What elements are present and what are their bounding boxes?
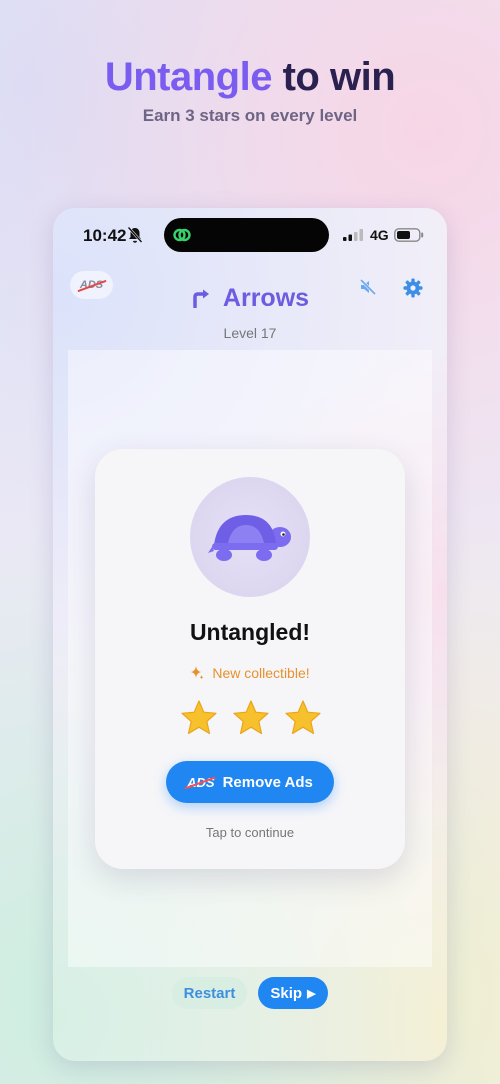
phone-screen: 10:42 4G ADS Arrows — [53, 208, 447, 1061]
turn-arrow-icon — [193, 289, 209, 309]
restart-label: Restart — [183, 984, 236, 1002]
gear-icon[interactable] — [403, 278, 423, 298]
skip-label: Skip — [270, 984, 303, 1002]
link-icon — [173, 228, 191, 242]
remove-ads-label: Remove Ads — [222, 773, 313, 791]
result-title: Untangled! — [189, 619, 311, 645]
status-time: 10:42 — [83, 226, 127, 245]
skip-button[interactable]: Skip ▶ — [258, 977, 328, 1009]
promo-subtitle: Earn 3 stars on every level — [142, 106, 358, 125]
level-indicator: Level 17 — [223, 325, 277, 341]
result-card[interactable]: Untangled! New collectible! ADS Remove A… — [95, 449, 405, 869]
collectible-notice: New collectible! — [95, 665, 405, 681]
collectible-badge — [190, 477, 310, 597]
restart-button[interactable]: Restart — [172, 977, 247, 1009]
mute-icon[interactable] — [359, 278, 377, 296]
tap-to-continue[interactable]: Tap to continue — [95, 825, 405, 840]
battery-icon — [394, 228, 424, 242]
sparkle-icon — [191, 666, 204, 680]
app-title-text: Arrows — [222, 284, 310, 312]
dynamic-island — [164, 218, 329, 252]
remove-ads-button[interactable]: ADS Remove Ads — [166, 761, 334, 803]
star-icon — [285, 700, 321, 735]
play-icon: ▶ — [307, 987, 316, 1000]
bell-off-icon — [127, 226, 143, 243]
promo-title-accent: Untangle — [104, 55, 273, 99]
network-type: 4G — [370, 227, 389, 243]
star-icon — [181, 700, 217, 735]
star-rating — [180, 699, 330, 739]
turtle-icon — [208, 515, 291, 561]
star-icon — [233, 700, 269, 735]
app-title: Arrows — [53, 284, 447, 313]
signal-icon — [343, 229, 363, 241]
promo-title-rest: to win — [271, 55, 396, 99]
collectible-text: New collectible! — [212, 665, 310, 681]
promo-title: Untangle to win — [0, 55, 500, 100]
remove-ads-badge: ADS — [184, 775, 216, 790]
